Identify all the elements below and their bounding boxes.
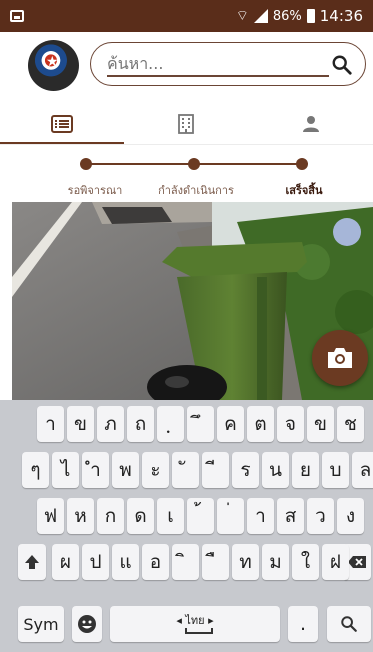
signal-icon (253, 9, 268, 23)
keyboard-key[interactable]: ่ (217, 498, 244, 534)
search-input[interactable] (107, 51, 329, 77)
keyboard-key[interactable]: ิ (172, 544, 199, 580)
step-label-pending: รอพิจารณา (67, 184, 123, 197)
keyboard-key[interactable]: ไ (52, 452, 79, 488)
step-dot-pending[interactable] (80, 158, 92, 170)
keyboard-key[interactable]: ะ (142, 452, 169, 488)
emoji-icon (78, 615, 96, 633)
avatar[interactable] (28, 40, 79, 91)
keyboard-key[interactable]: ฟ (37, 498, 64, 534)
step-dot-in-progress[interactable] (188, 158, 200, 170)
keyboard-key[interactable]: ด (127, 498, 154, 534)
keyboard-key[interactable]: ก (97, 498, 124, 534)
keyboard-key[interactable]: ้ (187, 498, 214, 534)
status-bar: ⌔ 86% 14:36 (0, 0, 373, 32)
keyboard-key[interactable]: ข (307, 406, 334, 442)
keyboard-key[interactable]: ื (202, 544, 229, 580)
wifi-icon: ⌔ (235, 8, 249, 24)
keyboard-key[interactable]: แ (112, 544, 139, 580)
space-bar-icon (184, 628, 213, 634)
keyboard-key[interactable]: ป (82, 544, 109, 580)
keyboard-search-icon (341, 616, 357, 632)
keyboard-key[interactable]: ม (262, 544, 289, 580)
tab-building[interactable] (124, 104, 248, 144)
camera-icon (328, 348, 352, 368)
step-connector (194, 163, 302, 165)
keyboard-row-5: Sym ◂ ไทย ▸ . (0, 606, 373, 646)
search-icon[interactable] (331, 54, 353, 76)
keyboard-key[interactable]: จ (277, 406, 304, 442)
search-key[interactable] (327, 606, 371, 642)
sym-key[interactable]: Sym (18, 606, 64, 642)
keyboard-key[interactable]: ผ (52, 544, 79, 580)
keyboard-key[interactable]: ั (172, 452, 199, 488)
keyboard-key[interactable]: ี (202, 452, 229, 488)
keyboard-key[interactable]: น (262, 452, 289, 488)
language-label: ◂ ไทย ▸ (176, 614, 214, 627)
tab-profile[interactable] (249, 104, 373, 144)
keyboard-key[interactable]: ช (337, 406, 364, 442)
app-screen: ⌔ 86% 14:36 ★ ค้นหา... รอพิจารณา กำลังดำ… (0, 0, 373, 652)
keyboard-key[interactable]: ย (292, 452, 319, 488)
battery-percent: 86% (272, 8, 302, 24)
header-divider (0, 144, 373, 145)
keyboard-key[interactable]: ฝ (322, 544, 349, 580)
keyboard-key[interactable]: ล (352, 452, 373, 488)
space-key[interactable]: ◂ ไทย ▸ (110, 606, 280, 642)
sym-label: Sym (23, 614, 59, 634)
keyboard-key[interactable]: ข (67, 406, 94, 442)
keyboard-key[interactable]: ค (217, 406, 244, 442)
keyboard-key[interactable]: บ (322, 452, 349, 488)
step-dot-done[interactable] (296, 158, 308, 170)
battery-icon (306, 9, 315, 23)
keyboard-row-2: ๆไำพะัีรนยบล (0, 452, 373, 492)
keyboard-row-4: ผปแอิืทมใฝ (0, 544, 373, 584)
keyboard-key[interactable]: ส (277, 498, 304, 534)
keyboard-row-3: ฟหกดเ้่าสวง (0, 498, 373, 538)
keyboard-key[interactable]: ต (247, 406, 274, 442)
keyboard-key[interactable]: ึ (187, 406, 214, 442)
period-key[interactable]: . (288, 606, 318, 642)
shift-icon (25, 555, 39, 569)
keyboard-key[interactable]: า (247, 498, 274, 534)
keyboard-key[interactable]: พ (112, 452, 139, 488)
clock: 14:36 (319, 7, 363, 25)
keyboard-key[interactable]: เ (157, 498, 184, 534)
keyboard-key[interactable]: ภ (97, 406, 124, 442)
keyboard-key[interactable]: ว (307, 498, 334, 534)
period-glyph: . (299, 613, 307, 635)
camera-button[interactable] (312, 330, 368, 386)
keyboard-key[interactable]: ถ (127, 406, 154, 442)
tab-list[interactable] (0, 104, 125, 144)
soft-keyboard: าขภถฺึคตจขช ๆไำพะัีรนยบล ฟหกดเ้่าสวง ผปแ… (0, 400, 373, 652)
keyboard-key[interactable]: ใ (292, 544, 319, 580)
keyboard-key[interactable]: ห (67, 498, 94, 534)
tab-bar (0, 104, 373, 144)
building-icon (178, 114, 195, 134)
search-bar (90, 42, 366, 86)
keyboard-row-1: าขภถฺึคตจขช (0, 406, 373, 446)
keyboard-key[interactable]: ำ (82, 452, 109, 488)
app-header (0, 32, 373, 104)
keyboard-key[interactable]: า (37, 406, 64, 442)
shift-key[interactable] (18, 544, 46, 580)
keyboard-key[interactable]: อ (142, 544, 169, 580)
step-label-done: เสร็จสิ้น (285, 184, 323, 197)
list-icon (51, 115, 74, 133)
step-connector (86, 163, 194, 165)
keyboard-key[interactable]: ๆ (22, 452, 49, 488)
screenshot-icon (10, 10, 24, 22)
keyboard-key[interactable]: ร (232, 452, 259, 488)
status-stepper: รอพิจารณา กำลังดำเนินการ เสร็จสิ้น (0, 150, 373, 200)
person-icon (302, 116, 319, 132)
keyboard-key[interactable]: ท (232, 544, 259, 580)
keyboard-key[interactable]: ฺ (157, 406, 184, 442)
step-label-in-progress: กำลังดำเนินการ (158, 184, 234, 197)
keyboard-key[interactable]: ง (337, 498, 364, 534)
emoji-key[interactable] (72, 606, 102, 642)
status-indicators: ⌔ 86% 14:36 (236, 7, 363, 25)
backspace-icon (348, 556, 366, 568)
